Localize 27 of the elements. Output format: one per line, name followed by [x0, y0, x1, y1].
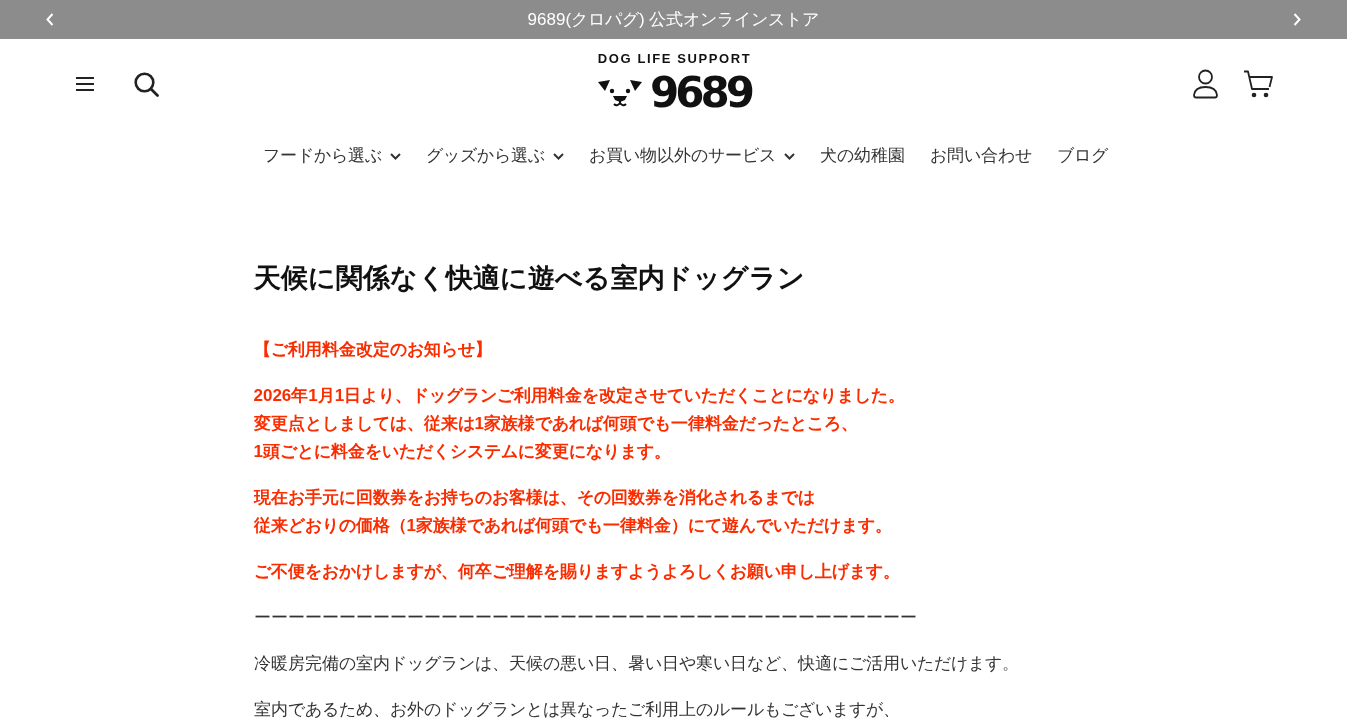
nav-link[interactable]: 犬の幼稚園 [820, 144, 905, 168]
search-icon[interactable] [134, 71, 159, 97]
nav-link[interactable]: フードから選ぶ [263, 144, 401, 168]
logo-wordmark: 9689 [650, 70, 751, 116]
nav-link[interactable]: グッズから選ぶ [426, 144, 564, 168]
chevron-down-icon [390, 152, 401, 160]
notice-text: ご不便をおかけしますが、何卒ご理解を賜りますようよろしくお願い申し上げます。 [253, 561, 901, 583]
pug-face-icon [598, 79, 643, 107]
body-text: 室内であるため、お外のドッグランとは異なったご利用上のルールもございますが、 [253, 699, 901, 721]
cart-icon[interactable] [1243, 70, 1273, 98]
nav-link[interactable]: ブログ [1057, 144, 1108, 168]
chevron-down-icon [784, 152, 795, 160]
logo-tagline: DOG LIFE SUPPORT [597, 52, 752, 66]
user-icon[interactable] [1193, 69, 1218, 99]
dash-divider: ーーーーーーーーーーーーーーーーーーーーーーーーーーーーーーーーーーーーーーー [253, 607, 918, 629]
chevron-right-icon[interactable] [1293, 13, 1301, 26]
menu-icon[interactable] [76, 77, 94, 91]
nav-link[interactable]: お買い物以外のサービス [589, 144, 795, 168]
chevron-left-icon[interactable] [46, 13, 54, 26]
chevron-down-icon [553, 152, 564, 160]
notice-text: 【ご利用料金改定のお知らせ】 [253, 339, 493, 361]
body-text: 冷暖房完備の室内ドッグランは、天候の悪い日、暑い日や寒い日など、快適にご活用いただけます。 [253, 653, 1020, 675]
notice-text: 現在お手元に回数券をお持ちのお客様は、その回数券を消化されるまでは 従来どおりの価格（1家族様であれば何頭でも一律料金）にて遊んでいただけます。 [253, 487, 893, 537]
nav-link[interactable]: お問い合わせ [930, 144, 1032, 168]
announcement-text: 9689(クロパグ) 公式オンラインストア [527, 8, 820, 31]
page-title: 天候に関係なく快適に遊べる室内ドッグラン [253, 262, 806, 295]
notice-text: 2026年1月1日より、ドッグランご利用料金を改定させていただくことになりました。 変更点としましては、従来は1家族様であれば何頭でも一律料金だったところ、 1頭ごとに料金をいただくシステムに変更になります。 [253, 385, 907, 463]
